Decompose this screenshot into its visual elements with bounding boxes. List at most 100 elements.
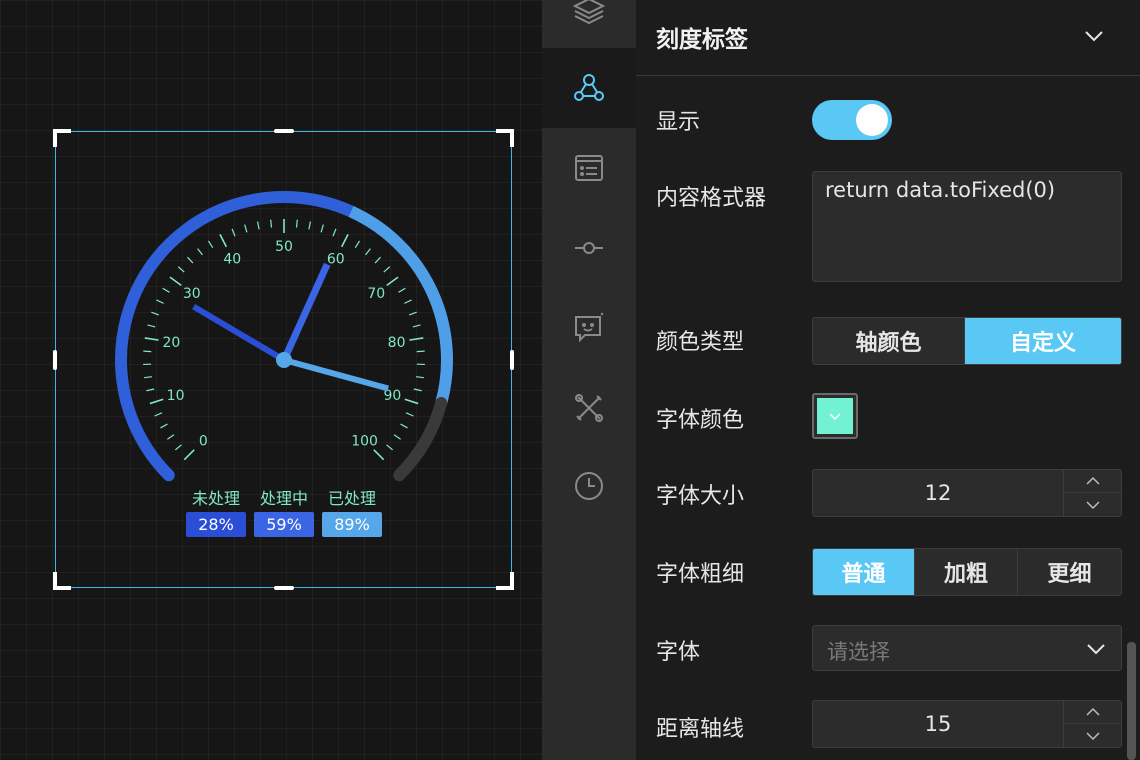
nodes-icon[interactable] [542, 48, 636, 128]
config-icon-bar [542, 0, 636, 760]
gauge-arc-remaining [393, 397, 448, 482]
minor-tick [320, 224, 324, 233]
font-size-label: 字体大小 [656, 484, 745, 509]
legend-value: 28% [186, 512, 246, 537]
legend-label: 已处理 [327, 489, 376, 508]
color-type-custom-option[interactable]: 自定义 [965, 318, 1121, 364]
major-tick [409, 337, 424, 341]
minor-tick [174, 444, 182, 451]
major-tick [340, 234, 349, 248]
tick-label: 80 [388, 335, 406, 351]
clock-icon[interactable] [542, 446, 636, 526]
minor-tick [413, 388, 422, 392]
legend-value: 59% [254, 512, 314, 537]
color-type-axis-option[interactable]: 轴颜色 [813, 318, 965, 364]
resize-handle-bottom[interactable] [274, 586, 294, 590]
show-toggle[interactable] [812, 100, 892, 140]
font-size-value[interactable]: 12 [813, 470, 1063, 516]
major-tick [404, 398, 419, 405]
minor-tick [386, 444, 394, 451]
font-weight-lighter-option[interactable]: 更细 [1018, 549, 1121, 595]
gauge-pointer [280, 262, 331, 362]
gauge-hub [276, 352, 292, 368]
minor-tick [405, 412, 414, 417]
gauge-pointer [283, 357, 389, 392]
legend-item-done: 已处理 89% [322, 485, 382, 537]
axis-distance-stepper[interactable]: 15 [812, 700, 1122, 748]
minor-tick [295, 219, 298, 228]
minor-tick [308, 221, 312, 230]
minor-tick [354, 240, 361, 249]
tick-label: 30 [183, 286, 201, 302]
panel-scrollbar[interactable] [1127, 642, 1136, 760]
color-swatch [817, 398, 853, 434]
increment-button[interactable] [1064, 701, 1122, 724]
tooltip-icon[interactable] [542, 288, 636, 368]
minor-tick [383, 266, 391, 273]
minor-tick [177, 266, 185, 273]
legend-item-pending: 未处理 28% [186, 485, 246, 537]
font-weight-label: 字体粗细 [656, 562, 745, 587]
tick-label: 20 [162, 335, 180, 351]
section-header[interactable]: 刻度标签 [636, 0, 1140, 76]
font-weight-segmented: 普通 加粗 更细 [812, 548, 1122, 596]
axis-distance-value[interactable]: 15 [813, 701, 1063, 747]
minor-tick [151, 311, 160, 316]
font-weight-normal-option[interactable]: 普通 [813, 549, 915, 595]
tick-label: 70 [367, 286, 385, 302]
tick-label: 100 [351, 434, 378, 450]
legend-label: 未处理 [191, 489, 240, 508]
minor-tick [167, 434, 175, 440]
major-tick [144, 337, 159, 341]
font-color-label: 字体颜色 [656, 408, 745, 433]
major-tick [373, 449, 385, 461]
minor-tick [143, 350, 152, 353]
tick-label: 40 [223, 251, 241, 267]
font-weight-bold-option[interactable]: 加粗 [915, 549, 1018, 595]
gauge-widget-selection[interactable]: 0 10 20 30 40 50 60 70 80 90 100 未处理 28% 处理中 59% 已… [53, 129, 514, 590]
tools-icon[interactable] [542, 368, 636, 448]
minor-tick [147, 324, 156, 328]
font-family-select[interactable]: 请选择 [812, 625, 1122, 671]
chevron-down-icon[interactable] [1082, 24, 1106, 48]
formatter-input[interactable]: return data.toFixed(0) [812, 171, 1122, 282]
resize-handle-left[interactable] [53, 350, 57, 370]
minor-tick [144, 376, 153, 379]
decrement-button[interactable] [1064, 724, 1122, 747]
increment-button[interactable] [1064, 470, 1122, 493]
axis-node-icon[interactable] [542, 208, 636, 288]
list-icon[interactable] [542, 128, 636, 208]
resize-handle-bottom-right[interactable] [496, 572, 514, 590]
chevron-up-icon [1086, 476, 1100, 485]
show-label: 显示 [656, 110, 701, 135]
gauge-legend: 未处理 28% 处理中 59% 已处理 89% [186, 485, 382, 537]
legend-item-processing: 处理中 59% [254, 485, 314, 537]
font-size-stepper[interactable]: 12 [812, 469, 1122, 517]
select-placeholder: 请选择 [827, 640, 890, 664]
chevron-up-icon [1086, 707, 1100, 716]
minor-tick [162, 287, 170, 293]
minor-tick [332, 228, 337, 237]
color-type-segmented: 轴颜色 自定义 [812, 317, 1122, 365]
minor-tick [415, 376, 424, 379]
minor-tick [408, 311, 417, 316]
resize-handle-right[interactable] [510, 350, 514, 370]
minor-tick [207, 240, 214, 249]
minor-tick [393, 434, 401, 440]
minor-tick [416, 350, 425, 353]
minor-tick [154, 412, 163, 417]
chevron-down-icon [1087, 644, 1105, 655]
resize-handle-top-left[interactable] [53, 129, 71, 147]
chevron-down-icon [1086, 500, 1100, 509]
editor-canvas[interactable]: 0 10 20 30 40 50 60 70 80 90 100 未处理 28% 处理中 59% 已… [0, 0, 542, 760]
layers-icon[interactable] [542, 0, 636, 50]
tick-label: 60 [327, 251, 345, 267]
minor-tick [412, 324, 421, 328]
toggle-knob [856, 104, 888, 136]
resize-handle-top-right[interactable] [496, 129, 514, 147]
resize-handle-top[interactable] [274, 129, 294, 133]
major-tick [149, 398, 164, 405]
decrement-button[interactable] [1064, 493, 1122, 516]
font-color-picker[interactable] [812, 393, 858, 439]
resize-handle-bottom-left[interactable] [53, 572, 71, 590]
